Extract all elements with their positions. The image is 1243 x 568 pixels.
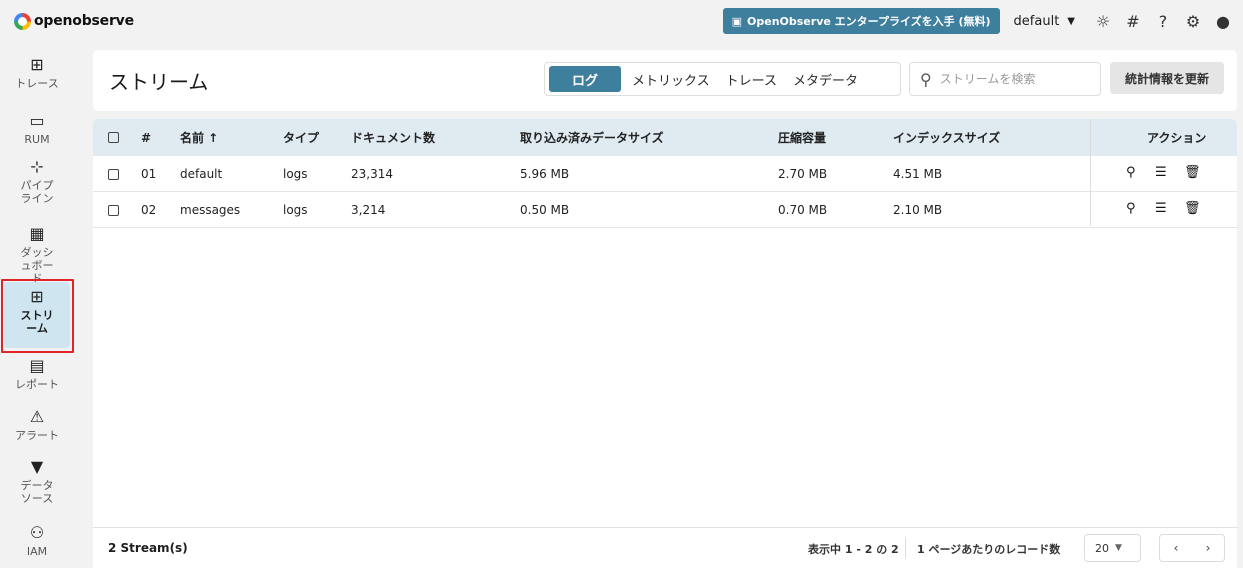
select-all-cell [108,119,119,156]
table-row: 02 messages logs 3,214 0.50 MB 0.70 MB 2… [93,192,1237,228]
compressed-size: 2.70 MB [778,167,828,181]
table-header: # 名前 ↑ タイプ ドキュメント数 取り込み済みデータサイズ 圧縮容量 インデ… [93,119,1237,156]
stream-type-tabs: ログ メトリックス トレース メタデータ [544,62,901,96]
compressed-size: 0.70 MB [778,203,828,217]
ingested-size: 5.96 MB [520,167,570,181]
user-profile-icon[interactable]: ● [1213,11,1233,31]
table-row: 01 default logs 23,314 5.96 MB 2.70 MB 4… [93,156,1237,192]
sidebar-item-label: IAM [26,545,48,558]
slack-icon[interactable]: # [1123,11,1143,31]
tab-metadata[interactable]: メタデータ [785,66,866,92]
stream-type: logs [283,167,308,181]
previous-page-icon[interactable]: ‹ [1174,541,1179,555]
sidebar-item-traces[interactable]: ⊞ トレース [4,55,70,91]
delete-stream-trash-icon[interactable]: 🗑︎ [1184,201,1201,216]
help-icon[interactable]: ? [1153,11,1173,31]
settings-gear-icon[interactable]: ⚙ [1183,11,1203,31]
page-header: ストリーム ログ メトリックス トレース メタデータ ⚲ 統計情報を更新 [93,50,1237,111]
actions-column: ⚲ ☰ 🗑︎ ⚲ ☰ 🗑︎ [1090,119,1237,226]
tab-logs[interactable]: ログ [549,66,622,92]
sidebar-item-label: レポート [15,378,59,391]
doc-count: 3,214 [351,203,386,217]
tab-metrics[interactable]: メトリックス [624,66,718,92]
records-per-page-select[interactable]: 20 ▼ [1084,534,1141,562]
filter-funnel-icon: ▼ [30,457,44,476]
ingested-size: 0.50 MB [520,203,570,217]
sidebar-item-dashboards[interactable]: ▦ ダッシュボード [4,224,70,286]
explore-stream-search-icon[interactable]: ⚲ [1126,165,1136,180]
alert-warning-icon: ⚠ [29,407,45,426]
column-header-doc-count[interactable]: ドキュメント数 [351,119,435,156]
sidebar-item-pipelines[interactable]: ⊹ パイプライン [4,157,70,206]
sidebar-item-alerts[interactable]: ⚠ アラート [4,407,70,443]
openobserve-logo[interactable]: openobserve [14,12,134,30]
pipeline-icon: ⊹ [30,157,44,176]
stream-search-input[interactable] [939,72,1080,86]
stream-search: ⚲ [909,62,1101,96]
rum-icon: ▭ [29,111,45,130]
row-select-cell [108,192,119,228]
select-all-checkbox[interactable] [108,132,119,143]
index-size: 2.10 MB [893,203,943,217]
logo-icon [14,12,31,30]
row-checkbox[interactable] [108,168,119,180]
caret-down-icon: ▼ [1115,543,1122,553]
column-header-name[interactable]: 名前 ↑ [180,119,218,156]
delete-stream-trash-icon[interactable]: 🗑︎ [1184,165,1201,180]
index-size: 4.51 MB [893,167,943,181]
stream-details-list-icon[interactable]: ☰ [1155,201,1167,216]
doc-count: 23,314 [351,167,393,181]
stream-details-list-icon[interactable]: ☰ [1155,165,1167,180]
row-number: 02 [141,203,157,217]
search-icon: ⚲ [920,69,932,89]
briefcase-icon: ▣ [731,14,743,28]
pagination-range: 表示中 1 - 2 の 2 [808,543,899,556]
stream-name: default [180,167,223,181]
sidebar-item-rum[interactable]: ▭ RUM [4,111,70,147]
row-checkbox[interactable] [108,204,119,216]
organization-name: default [1013,13,1060,29]
records-per-page-label: 1 ページあたりのレコード数 [917,543,1061,556]
active-item-highlight [1,279,74,353]
sidebar-item-label: RUM [24,133,50,146]
stream-count: 2 Stream(s) [108,541,188,555]
sidebar-item-label: データソース [20,479,54,505]
records-per-page-value: 20 [1095,541,1109,555]
get-enterprise-button[interactable]: ▣ OpenObserve エンタープライズを入手 (無料) [722,8,1000,34]
sidebar-item-reports[interactable]: ▤ レポート [4,356,70,392]
theme-toggle-icon[interactable]: ☼ [1093,11,1113,31]
column-header-compressed-size[interactable]: 圧縮容量 [778,119,826,156]
get-enterprise-label: OpenObserve エンタープライズを入手 (無料) [747,15,991,28]
column-header-index-size[interactable]: インデックスサイズ [893,119,1000,156]
top-bar: openobserve ▣ OpenObserve エンタープライズを入手 (無… [0,0,1243,42]
column-header-ingested-size[interactable]: 取り込み済みデータサイズ [520,119,664,156]
page-title: ストリーム [109,70,209,94]
explore-stream-search-icon[interactable]: ⚲ [1126,201,1136,216]
caret-down-icon: ▼ [1067,15,1075,27]
pagination-controls: ‹ › [1159,534,1225,562]
refresh-stats-button[interactable]: 統計情報を更新 [1110,62,1224,94]
row-select-cell [108,156,119,192]
footer-divider [905,538,906,558]
column-header-type[interactable]: タイプ [283,119,319,156]
tab-traces[interactable]: トレース [718,66,785,92]
logo-text: openobserve [34,13,134,29]
sidebar-item-label: パイプライン [20,179,54,205]
row-number: 01 [141,167,157,181]
traces-icon: ⊞ [30,55,44,74]
table-footer: 2 Stream(s) 表示中 1 - 2 の 2 1 ページあたりのレコード数… [93,527,1237,568]
sidebar-item-data-sources[interactable]: ▼ データソース [4,457,70,506]
organization-select[interactable]: default ▼ [1014,14,1075,29]
stream-type: logs [283,203,308,217]
sidebar-item-iam[interactable]: ⚇ IAM [4,523,70,559]
streams-table: # 名前 ↑ タイプ ドキュメント数 取り込み済みデータサイズ 圧縮容量 インデ… [93,119,1237,568]
sidebar-item-label: アラート [15,429,59,442]
stream-name: messages [180,203,241,217]
report-document-icon: ▤ [29,356,45,375]
users-key-icon: ⚇ [29,523,45,542]
dashboard-icon: ▦ [29,224,45,243]
column-header-number: # [141,130,152,145]
next-page-icon[interactable]: › [1206,541,1211,555]
sidebar-item-label: トレース [15,77,59,90]
